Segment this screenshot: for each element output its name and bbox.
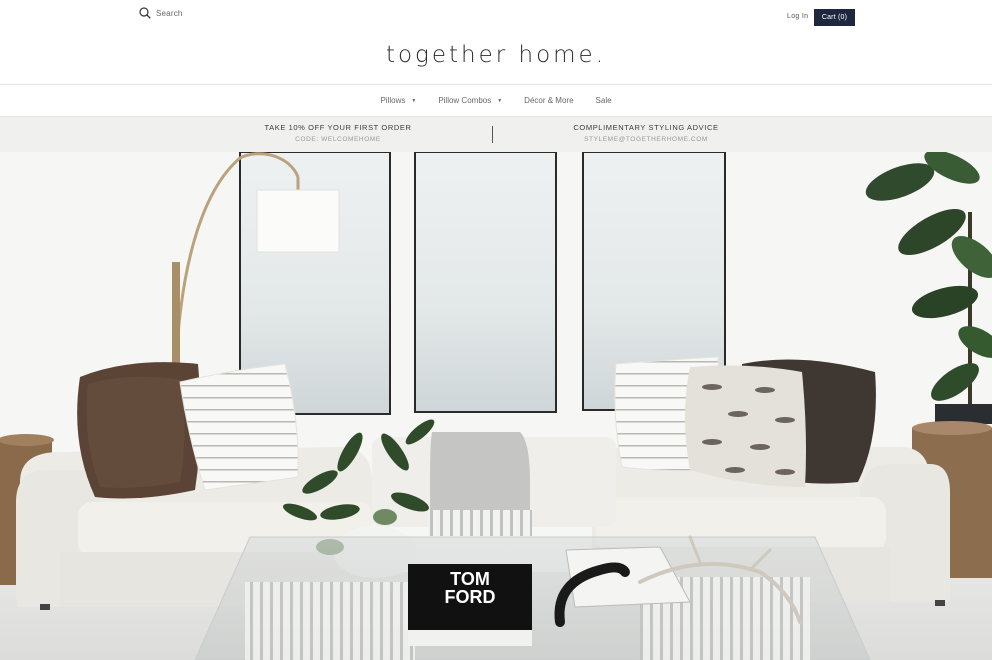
login-link[interactable]: Log In: [787, 13, 808, 20]
nav-label: Sale: [595, 96, 612, 105]
pillows-left: [77, 362, 299, 499]
promo-discount: TAKE 10% OFF YOUR FIRST ORDER CODE: WELC…: [238, 123, 438, 143]
chevron-down-icon: ▼: [497, 97, 503, 104]
book-title-line2: FORD: [445, 587, 496, 607]
promo-styling-heading: COMPLIMENTARY STYLING ADVICE: [573, 123, 719, 132]
search-field[interactable]: Search: [139, 7, 183, 19]
search-input[interactable]: Search: [156, 9, 183, 18]
cart-button[interactable]: Cart (0): [814, 9, 855, 26]
chevron-down-icon: ▼: [411, 97, 417, 104]
promo-bar: TAKE 10% OFF YOUR FIRST ORDER CODE: WELC…: [0, 117, 992, 152]
promo-styling-email[interactable]: STYLEME@TOGETHERHOME.COM: [546, 136, 746, 143]
nav-item-pillow-combos[interactable]: Pillow Combos ▼: [438, 96, 502, 105]
living-room-illustration: TOM FORD: [0, 152, 992, 660]
promo-styling: COMPLIMENTARY STYLING ADVICE STYLEME@TOG…: [546, 123, 746, 143]
search-icon[interactable]: [139, 7, 151, 19]
nav-item-sale[interactable]: Sale: [596, 96, 612, 105]
nav-item-decor[interactable]: Décor & More: [524, 96, 573, 105]
site-logo[interactable]: together home.: [0, 42, 992, 68]
pillows-right: [614, 356, 876, 487]
hero-image[interactable]: TOM FORD: [0, 152, 992, 660]
main-nav: Pillows ▼ Pillow Combos ▼ Décor & More S…: [0, 84, 992, 117]
nav-label: Décor & More: [524, 96, 574, 105]
nav-label: Pillow Combos: [438, 96, 492, 105]
ottoman-with-throw: [372, 432, 616, 536]
promo-discount-heading: TAKE 10% OFF YOUR FIRST ORDER: [264, 123, 412, 132]
book-title-line1: TOM: [450, 569, 490, 589]
nav-label: Pillows: [380, 96, 406, 105]
promo-divider: [492, 126, 493, 143]
promo-discount-code: CODE: WELCOMEHOME: [295, 136, 381, 143]
top-bar: Search Log In Cart (0): [0, 0, 992, 34]
coffee-table: TOM FORD: [194, 535, 871, 660]
nav-item-pillows[interactable]: Pillows ▼: [380, 96, 416, 105]
